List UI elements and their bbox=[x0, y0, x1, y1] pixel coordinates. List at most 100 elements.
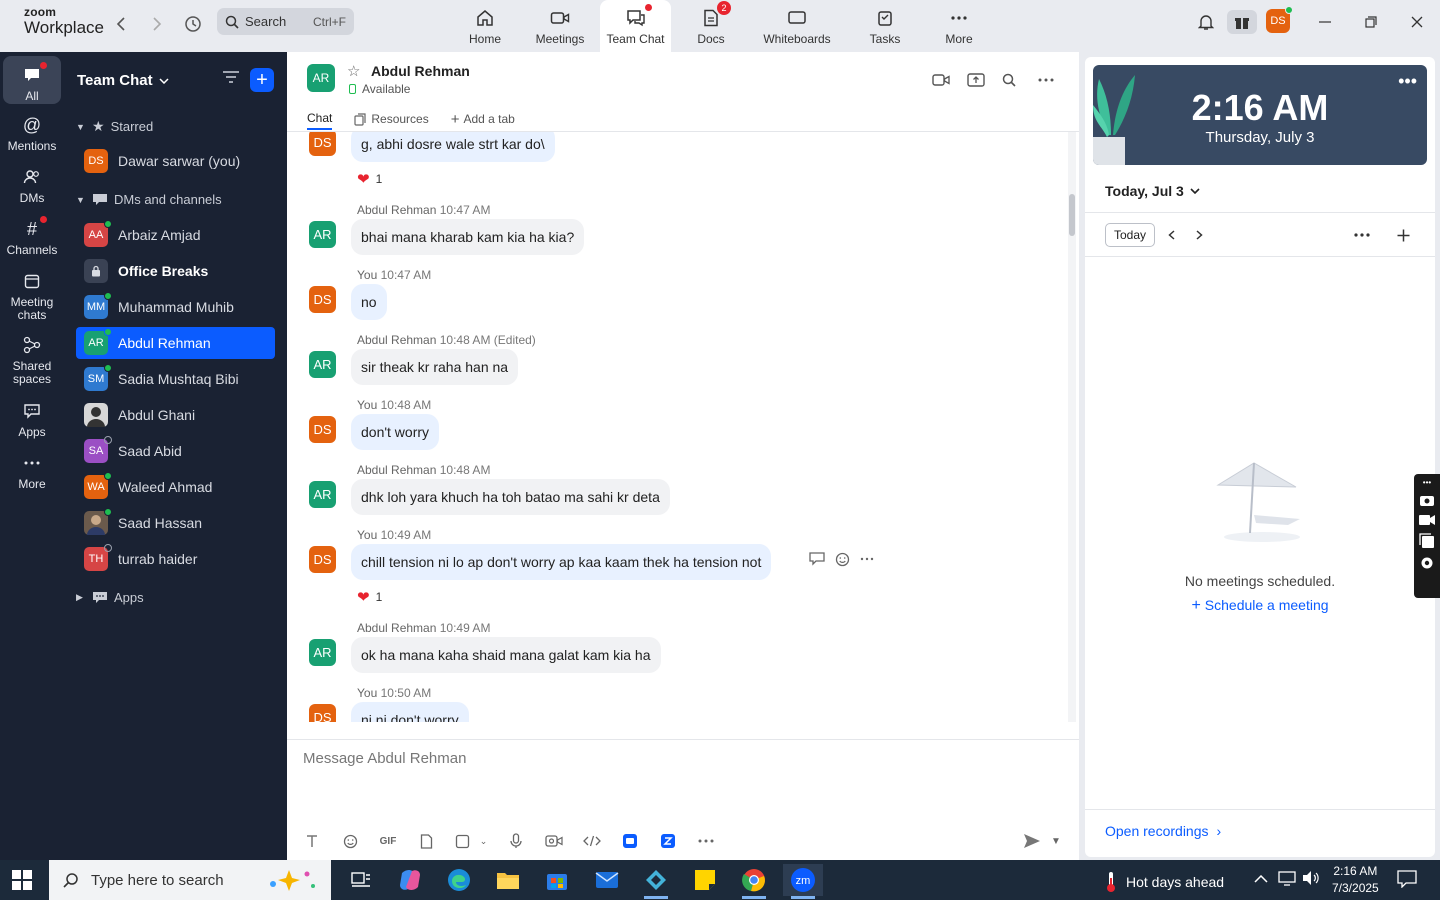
message-bubble[interactable]: ok ha mana kaha shaid mana galat kam kia… bbox=[351, 637, 661, 673]
file-icon[interactable] bbox=[413, 830, 439, 852]
tab-docs[interactable]: 2 Docs bbox=[691, 0, 731, 52]
calendar-more-button[interactable] bbox=[1352, 225, 1372, 245]
share-screen-button[interactable] bbox=[966, 70, 986, 90]
sidebar-item-waleed-ahmad[interactable]: WA Waleed Ahmad bbox=[76, 471, 275, 503]
section-dms-and-channels[interactable]: ▼ DMs and channels bbox=[76, 192, 222, 207]
message-bubble[interactable]: ni ni don't worry bbox=[351, 702, 469, 722]
send-options-button[interactable]: ▼ bbox=[1049, 830, 1063, 852]
add-event-button[interactable] bbox=[1393, 225, 1413, 245]
zoom-app[interactable]: zm bbox=[783, 864, 823, 899]
taskbar-search-input[interactable]: Type here to search bbox=[49, 860, 331, 900]
file-explorer-app[interactable] bbox=[488, 864, 528, 896]
more-dots-icon[interactable] bbox=[693, 830, 719, 852]
today-button[interactable]: Today bbox=[1105, 223, 1155, 247]
task-view-button[interactable] bbox=[341, 864, 381, 896]
minimize-button[interactable] bbox=[1310, 10, 1340, 34]
more-dots-icon[interactable]: ••• bbox=[1423, 478, 1431, 487]
scrollbar-thumb[interactable] bbox=[1069, 194, 1075, 236]
sticky-notes-app[interactable] bbox=[685, 864, 725, 896]
more-dots-icon[interactable] bbox=[860, 552, 874, 570]
video-call-button[interactable] bbox=[931, 70, 951, 90]
add-tab-button[interactable]: + Add a tab bbox=[451, 108, 515, 130]
search-input[interactable]: Search Ctrl+F bbox=[217, 8, 354, 35]
rail-mentions[interactable]: @ Mentions bbox=[3, 114, 61, 153]
reaction-heart[interactable]: ❤ 1 bbox=[357, 170, 382, 188]
sidebar-item-muhammad-muhib[interactable]: MM Muhammad Muhib bbox=[76, 291, 275, 323]
message-scrollbar[interactable] bbox=[1068, 132, 1076, 722]
day-selector[interactable]: Today, Jul 3 bbox=[1105, 183, 1200, 199]
taskbar-clock[interactable]: 2:16 AM 7/3/2025 bbox=[1332, 863, 1379, 897]
tab-whiteboards[interactable]: Whiteboards bbox=[760, 0, 834, 52]
send-button[interactable] bbox=[1021, 830, 1043, 852]
new-chat-button[interactable]: + bbox=[250, 68, 274, 92]
star-icon[interactable]: ☆ bbox=[347, 62, 360, 80]
emoji-icon[interactable] bbox=[337, 830, 363, 852]
message-bubble[interactable]: no bbox=[351, 284, 387, 320]
code-snippet-icon[interactable] bbox=[579, 830, 605, 852]
maximize-button[interactable] bbox=[1356, 10, 1386, 34]
previous-day-button[interactable] bbox=[1161, 225, 1181, 245]
microphone-icon[interactable] bbox=[503, 830, 529, 852]
history-button[interactable] bbox=[182, 13, 204, 35]
vscode-app[interactable] bbox=[636, 864, 676, 899]
rail-all[interactable]: All bbox=[3, 56, 61, 104]
tab-more[interactable]: More bbox=[940, 0, 978, 52]
copilot-app[interactable] bbox=[390, 864, 430, 896]
tab-chat[interactable]: Chat bbox=[307, 108, 333, 130]
network-icon[interactable] bbox=[1278, 870, 1296, 889]
tab-home[interactable]: Home bbox=[462, 0, 508, 52]
message-bubble[interactable]: g, abhi dosre wale strt kar do\ bbox=[351, 132, 555, 162]
tab-resources[interactable]: Resources bbox=[354, 108, 429, 130]
sidebar-item-dawar-sarwar[interactable]: DS Dawar sarwar (you) bbox=[76, 145, 275, 177]
section-apps[interactable]: ▶ Apps bbox=[76, 590, 144, 605]
rail-dms[interactable]: DMs bbox=[3, 166, 61, 205]
sidebar-item-office-breaks[interactable]: Office Breaks bbox=[76, 255, 275, 287]
sidebar-item-sadia-mushtaq-bibi[interactable]: SM Sadia Mushtaq Bibi bbox=[76, 363, 275, 395]
sidebar-item-abdul-ghani[interactable]: Abdul Ghani bbox=[76, 399, 275, 431]
store-app[interactable] bbox=[537, 864, 577, 896]
sidebar-item-arbaiz-amjad[interactable]: AA Arbaiz Amjad bbox=[76, 219, 275, 251]
emoji-icon[interactable] bbox=[835, 552, 850, 570]
edge-app[interactable] bbox=[439, 864, 479, 896]
screenshot-icon[interactable]: ⌄ bbox=[451, 830, 491, 852]
search-chat-button[interactable] bbox=[999, 70, 1019, 90]
camera-icon[interactable] bbox=[1419, 493, 1435, 507]
tab-team-chat[interactable]: Team Chat bbox=[600, 0, 671, 52]
tab-tasks[interactable]: Tasks bbox=[866, 0, 904, 52]
rail-shared-spaces[interactable]: Shared spaces bbox=[3, 334, 61, 386]
contact-name[interactable]: Abdul Rehman bbox=[371, 63, 470, 79]
message-input[interactable]: Message Abdul Rehman bbox=[303, 750, 466, 767]
rail-channels[interactable]: # Channels bbox=[3, 216, 61, 257]
weather-widget[interactable]: Hot days ahead bbox=[1104, 871, 1224, 893]
contact-avatar[interactable]: AR bbox=[307, 64, 335, 92]
close-button[interactable] bbox=[1402, 10, 1432, 34]
rail-meeting-chats[interactable]: Meeting chats bbox=[3, 270, 61, 322]
notification-center-icon[interactable] bbox=[1397, 870, 1417, 891]
sidebar-item-turrab-haider[interactable]: TH turrab haider bbox=[76, 543, 275, 575]
forward-button[interactable] bbox=[146, 13, 168, 35]
format-text-icon[interactable] bbox=[299, 830, 325, 852]
notifications-button[interactable] bbox=[1191, 10, 1221, 34]
message-bubble[interactable]: sir theak kr raha han na bbox=[351, 349, 519, 385]
chrome-app[interactable] bbox=[734, 864, 774, 899]
message-bubble[interactable]: bhai mana kharab kam kia ha kia? bbox=[351, 219, 585, 255]
schedule-meeting-link[interactable]: + Schedule a meeting bbox=[1085, 597, 1435, 615]
gear-icon[interactable] bbox=[1419, 555, 1435, 571]
tab-meetings[interactable]: Meetings bbox=[530, 0, 590, 52]
video-camera-icon[interactable] bbox=[1418, 513, 1436, 527]
reaction-heart[interactable]: ❤ 1 bbox=[357, 588, 382, 606]
message-bubble[interactable]: don't worry bbox=[351, 414, 440, 450]
video-message-icon[interactable] bbox=[541, 830, 567, 852]
message-bubble[interactable]: chill tension ni lo ap don't worry ap ka… bbox=[351, 544, 772, 580]
chat-more-button[interactable] bbox=[1036, 70, 1056, 90]
start-button[interactable] bbox=[12, 870, 32, 893]
sidebar-item-saad-hassan[interactable]: Saad Hassan bbox=[76, 507, 275, 539]
volume-icon[interactable] bbox=[1302, 870, 1320, 889]
sidebar-item-abdul-rehman[interactable]: AR Abdul Rehman bbox=[76, 327, 275, 359]
back-button[interactable] bbox=[110, 13, 132, 35]
section-starred[interactable]: ▼ ★ Starred bbox=[76, 118, 153, 135]
filter-button[interactable] bbox=[222, 70, 242, 90]
account-avatar[interactable]: DS bbox=[1266, 6, 1293, 33]
more-dots-icon[interactable]: ••• bbox=[1398, 71, 1417, 92]
next-day-button[interactable] bbox=[1189, 225, 1209, 245]
